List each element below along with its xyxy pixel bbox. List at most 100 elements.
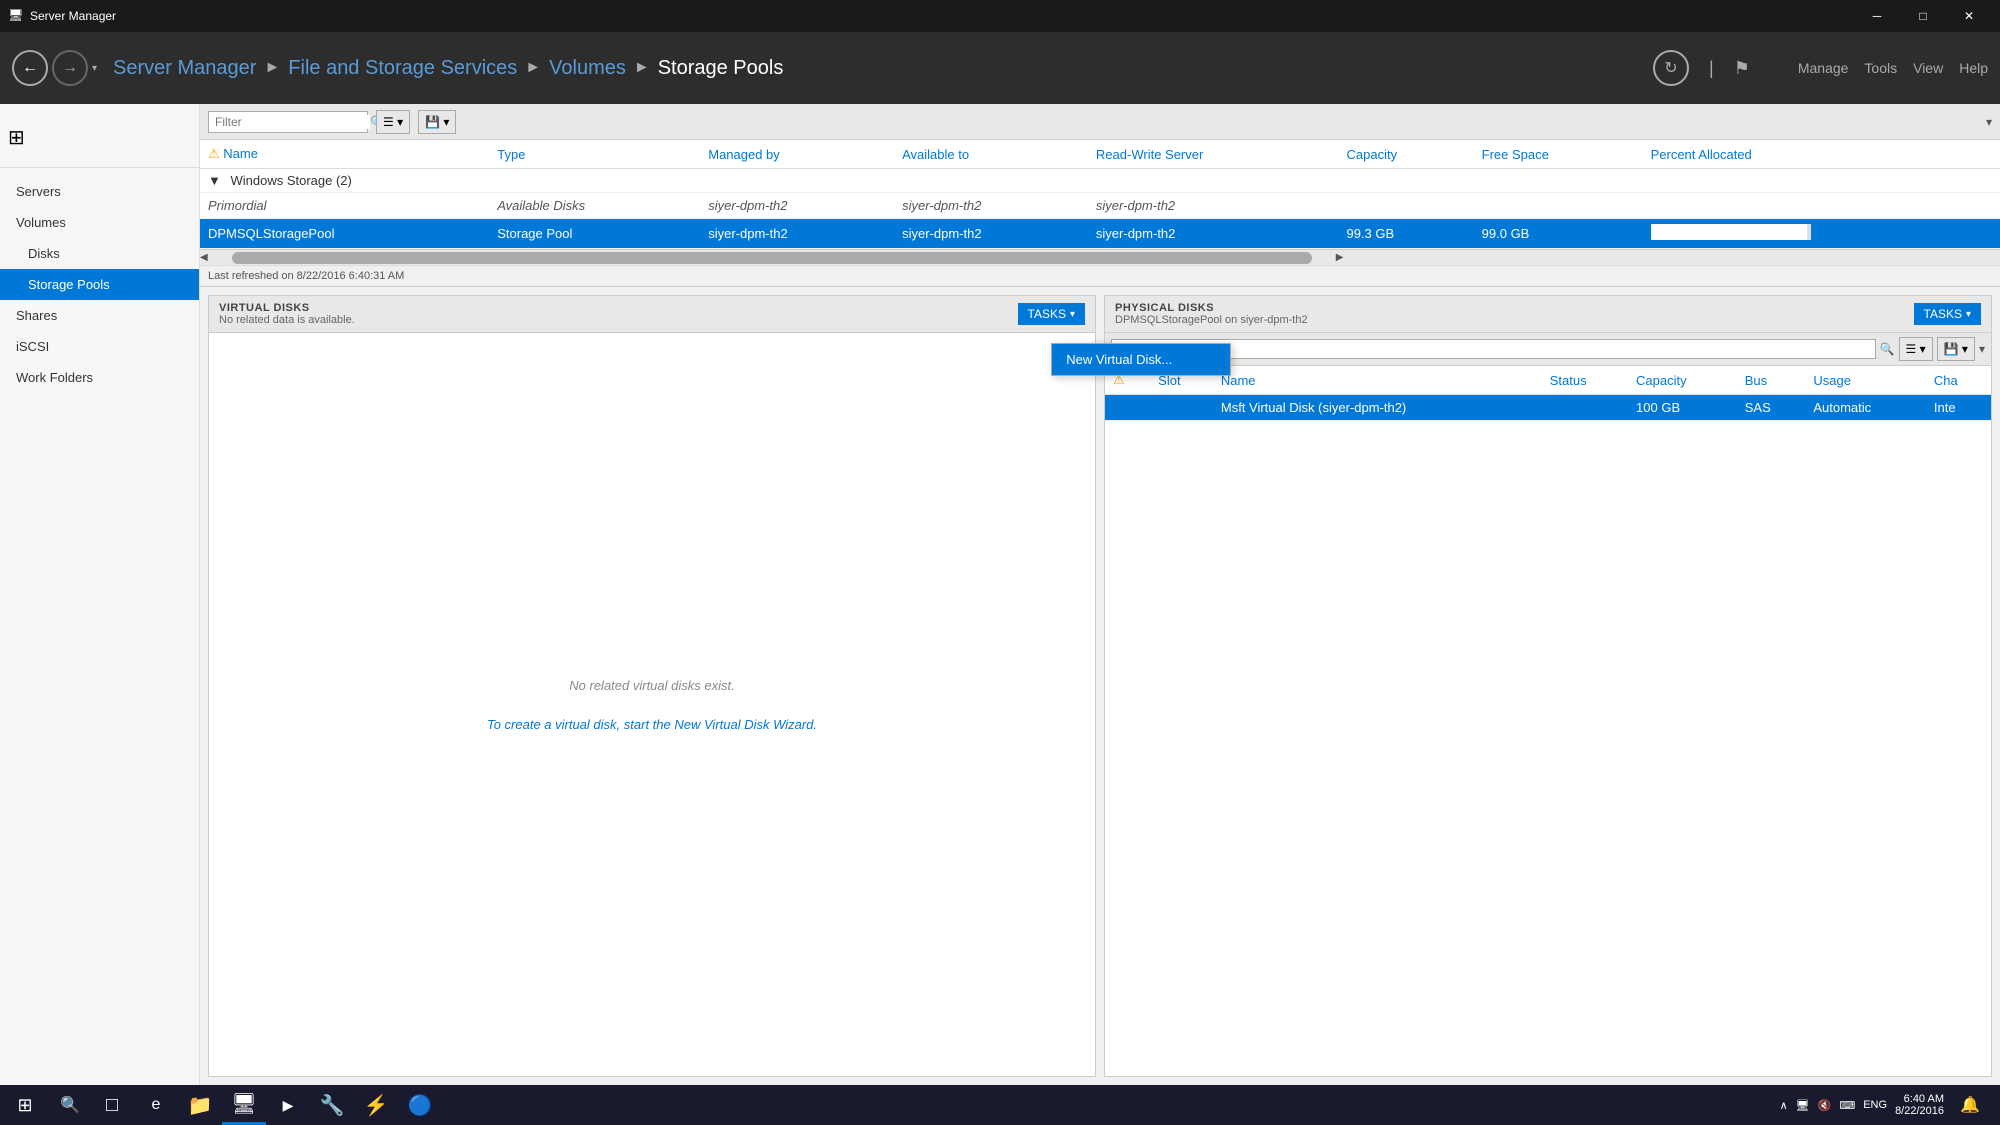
col-available-to[interactable]: Available to bbox=[894, 140, 1088, 169]
col-percent-allocated[interactable]: Percent Allocated bbox=[1643, 140, 2000, 169]
col-name[interactable]: ⚠ Name bbox=[200, 140, 489, 169]
sidebar: ⊞ Servers Volumes Disks Storage Pools Sh… bbox=[0, 104, 200, 1085]
scroll-left-arrow[interactable]: ◀ bbox=[200, 252, 208, 263]
nav-back-button[interactable]: ← bbox=[12, 50, 48, 86]
manage-menu[interactable]: Manage bbox=[1798, 60, 1849, 76]
phys-tasks-arrow-icon: ▾ bbox=[1966, 309, 1971, 320]
phys-col-bus[interactable]: Bus bbox=[1737, 366, 1806, 395]
storage-pools-filter-input[interactable] bbox=[215, 115, 370, 129]
scroll-thumb[interactable] bbox=[232, 252, 1312, 264]
sidebar-item-iscsi[interactable]: iSCSI bbox=[0, 331, 199, 362]
row-free-space bbox=[1474, 193, 1643, 219]
percent-allocated-fill bbox=[1651, 224, 1808, 240]
taskbar-explorer[interactable]: 📁 bbox=[178, 1085, 222, 1125]
systray-up-arrow[interactable]: ∧ bbox=[1780, 1099, 1788, 1112]
taskbar-systray: ∧ 🖥 🔇 ⌨ ENG 6:40 AM 8/22/2016 🔔 bbox=[1768, 1085, 2000, 1125]
tasks-arrow-icon: ▾ bbox=[1070, 309, 1075, 320]
physical-disks-tasks-button[interactable]: TASKS ▾ bbox=[1914, 303, 1982, 325]
phys-row-bus: SAS bbox=[1737, 395, 1806, 421]
systray-network-icon: 🖥 bbox=[1796, 1099, 1810, 1112]
taskbar-task-view[interactable]: □ bbox=[90, 1085, 134, 1125]
phys-row-name: Msft Virtual Disk (siyer-dpm-th2) bbox=[1213, 395, 1542, 421]
phys-search-icon: 🔍 bbox=[1880, 342, 1895, 356]
sidebar-item-servers[interactable]: Servers bbox=[0, 176, 199, 207]
row-available-to: siyer-dpm-th2 bbox=[894, 219, 1088, 249]
expand-button[interactable]: ▾ bbox=[1986, 115, 1992, 129]
phys-view-button[interactable]: ☰ ▾ bbox=[1899, 337, 1933, 361]
phys-col-cha[interactable]: Cha bbox=[1926, 366, 1991, 395]
view-menu[interactable]: View bbox=[1913, 60, 1943, 76]
warning-header-icon: ⚠ bbox=[208, 146, 220, 161]
nav-flag-icon[interactable]: ⚑ bbox=[1734, 58, 1750, 79]
scroll-right-arrow[interactable]: ▶ bbox=[1336, 252, 1344, 263]
virtual-disk-wizard-link[interactable]: To create a virtual disk, start the New … bbox=[487, 717, 817, 732]
notification-button[interactable]: 🔔 bbox=[1952, 1085, 1988, 1125]
taskbar-search-button[interactable]: 🔍 bbox=[50, 1085, 90, 1125]
group-arrow-icon: ▼ bbox=[208, 173, 221, 188]
systray-volume-icon: 🔇 bbox=[1818, 1099, 1832, 1112]
view-list-button[interactable]: ☰ ▾ bbox=[376, 110, 410, 134]
taskbar-settings[interactable]: 🔧 bbox=[310, 1085, 354, 1125]
taskbar-app5[interactable]: 🔵 bbox=[398, 1085, 442, 1125]
phys-save-button[interactable]: 💾 ▾ bbox=[1937, 337, 1975, 361]
breadcrumb-volumes[interactable]: Volumes bbox=[549, 57, 626, 80]
virtual-disks-header: VIRTUAL DISKS No related data is availab… bbox=[209, 296, 1095, 333]
minimize-button[interactable]: ─ bbox=[1854, 0, 1900, 32]
maximize-button[interactable]: □ bbox=[1900, 0, 1946, 32]
phys-col-status[interactable]: Status bbox=[1542, 366, 1628, 395]
start-button[interactable]: ⊞ bbox=[0, 1085, 50, 1125]
col-type[interactable]: Type bbox=[489, 140, 700, 169]
sidebar-item-work-folders[interactable]: Work Folders bbox=[0, 362, 199, 393]
save-button[interactable]: 💾 ▾ bbox=[418, 110, 456, 134]
physical-disks-header-left: PHYSICAL DISKS DPMSQLStoragePool on siye… bbox=[1115, 302, 1308, 326]
nav-separator: | bbox=[1709, 58, 1714, 79]
physical-disks-subtitle: DPMSQLStoragePool on siyer-dpm-th2 bbox=[1115, 314, 1308, 326]
table-row[interactable]: Msft Virtual Disk (siyer-dpm-th2) 100 GB… bbox=[1105, 395, 1991, 421]
col-rw-server[interactable]: Read-Write Server bbox=[1088, 140, 1339, 169]
row-available-to: siyer-dpm-th2 bbox=[894, 193, 1088, 219]
breadcrumb-file-storage[interactable]: File and Storage Services bbox=[288, 57, 517, 80]
storage-pools-table-container: ⚠ Name Type Managed by Available to Read… bbox=[200, 140, 2000, 249]
nav-refresh-button[interactable]: ↻ bbox=[1653, 50, 1689, 86]
app-icon: 🖥 bbox=[8, 8, 24, 24]
systray-keyboard-icon: ⌨ bbox=[1839, 1099, 1855, 1112]
row-percent-allocated bbox=[1643, 219, 2000, 249]
virtual-disks-panel: VIRTUAL DISKS No related data is availab… bbox=[208, 295, 1096, 1077]
nav-actions: ↻ | ⚑ Manage Tools View Help bbox=[1653, 50, 1988, 86]
phys-expand-button[interactable]: ▾ bbox=[1979, 342, 1985, 356]
col-free-space[interactable]: Free Space bbox=[1474, 140, 1643, 169]
sidebar-item-volumes[interactable]: Volumes bbox=[0, 207, 199, 238]
row-name: Primordial bbox=[200, 193, 489, 219]
new-virtual-disk-item[interactable]: New Virtual Disk... bbox=[1052, 344, 1230, 375]
main-layout: ⊞ Servers Volumes Disks Storage Pools Sh… bbox=[0, 104, 2000, 1085]
horizontal-scrollbar[interactable]: ◀ ▶ bbox=[200, 249, 2000, 265]
sidebar-item-shares[interactable]: Shares bbox=[0, 300, 199, 331]
sidebar-item-storage-pools[interactable]: Storage Pools bbox=[0, 269, 199, 300]
help-menu[interactable]: Help bbox=[1959, 60, 1988, 76]
table-row[interactable]: DPMSQLStoragePool Storage Pool siyer-dpm… bbox=[200, 219, 2000, 249]
phys-col-capacity[interactable]: Capacity bbox=[1628, 366, 1737, 395]
phys-col-name[interactable]: Name bbox=[1213, 366, 1542, 395]
table-row[interactable]: Primordial Available Disks siyer-dpm-th2… bbox=[200, 193, 2000, 219]
col-capacity[interactable]: Capacity bbox=[1338, 140, 1473, 169]
row-type: Storage Pool bbox=[489, 219, 700, 249]
nav-forward-button[interactable]: → bbox=[52, 50, 88, 86]
breadcrumb-sep-3: ► bbox=[634, 59, 650, 77]
group-header-cell: ▼ Windows Storage (2) bbox=[200, 169, 2000, 193]
taskbar-powershell[interactable]: ⚡ bbox=[354, 1085, 398, 1125]
taskbar-date: 8/22/2016 bbox=[1895, 1105, 1944, 1117]
taskbar-ie[interactable]: e bbox=[134, 1085, 178, 1125]
taskbar-cmd[interactable]: ▶ bbox=[266, 1085, 310, 1125]
close-button[interactable]: ✕ bbox=[1946, 0, 1992, 32]
virtual-disks-tasks-button[interactable]: TASKS ▾ bbox=[1018, 303, 1086, 325]
tools-menu[interactable]: Tools bbox=[1864, 60, 1897, 76]
sidebar-item-disks[interactable]: Disks bbox=[0, 238, 199, 269]
phys-col-usage[interactable]: Usage bbox=[1805, 366, 1926, 395]
storage-pools-filter[interactable]: 🔍 bbox=[208, 111, 368, 133]
row-name: DPMSQLStoragePool bbox=[200, 219, 489, 249]
taskbar-server-manager[interactable]: 🖥 bbox=[222, 1085, 266, 1125]
breadcrumb-server-manager[interactable]: Server Manager bbox=[113, 57, 256, 80]
nav-dropdown-button[interactable]: ▾ bbox=[92, 63, 97, 74]
refresh-bar: Last refreshed on 8/22/2016 6:40:31 AM bbox=[200, 265, 2000, 286]
col-managed-by[interactable]: Managed by bbox=[700, 140, 894, 169]
